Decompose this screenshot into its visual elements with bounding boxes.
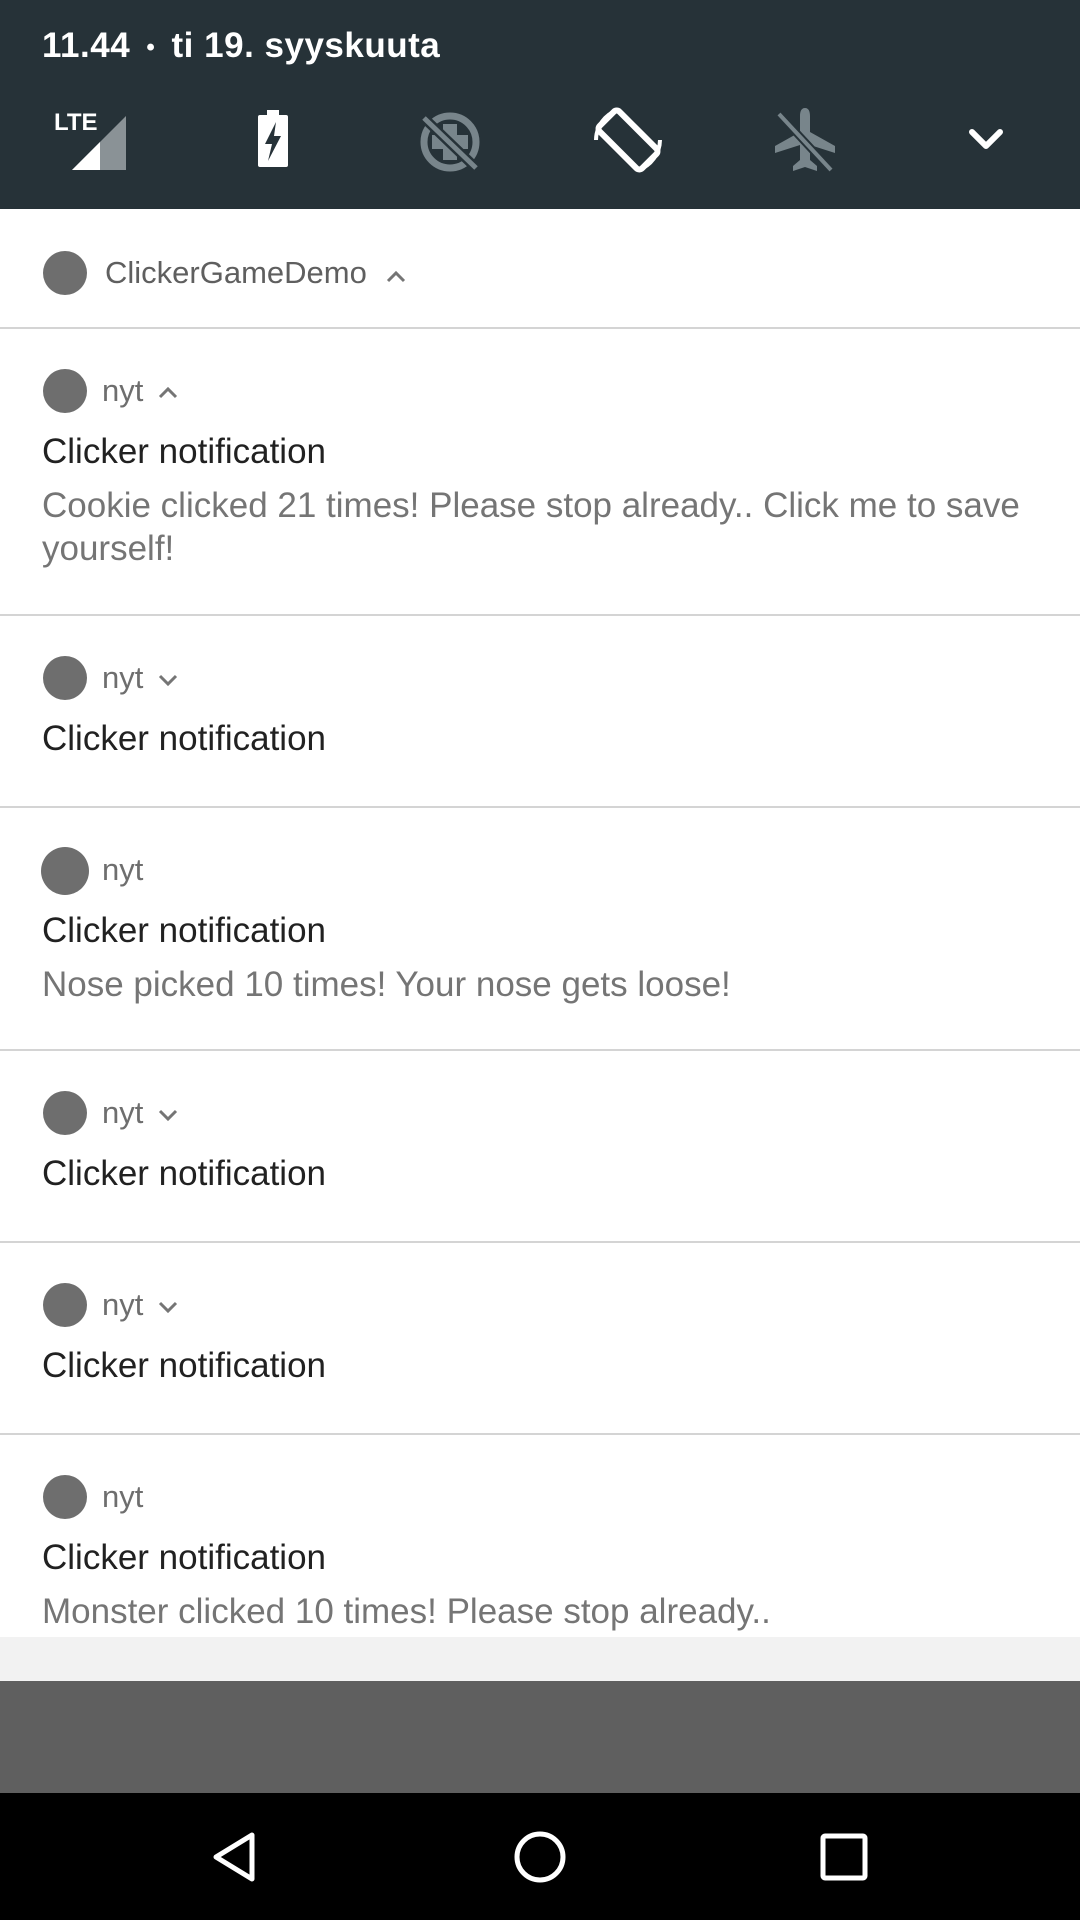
notification-time: nyt <box>102 373 144 408</box>
notification-time: nyt <box>102 1287 144 1322</box>
app-icon <box>43 1475 87 1519</box>
chevron-up-icon[interactable] <box>156 385 180 401</box>
background-scrim[interactable] <box>0 1681 1080 1793</box>
notification-item[interactable]: nyt Clicker notification <box>0 616 1080 808</box>
chevron-down-icon[interactable] <box>156 1299 180 1315</box>
notification-text: Cookie clicked 21 times! Please stop alr… <box>42 486 1020 568</box>
notification-time: nyt <box>102 1095 144 1130</box>
notification-title: Clicker notification <box>42 911 326 950</box>
lte-signal-icon[interactable]: LTE <box>50 100 130 180</box>
notification-item[interactable]: nyt Clicker notification Cookie clicked … <box>0 329 1080 616</box>
chevron-up-icon[interactable] <box>384 269 408 285</box>
notification-item[interactable]: nyt Clicker notification <box>0 1051 1080 1243</box>
quick-settings-row: LTE <box>0 100 1080 180</box>
group-app-name: ClickerGameDemo <box>105 255 367 290</box>
notification-title: Clicker notification <box>42 1538 326 1577</box>
app-icon <box>43 251 87 295</box>
recents-icon[interactable] <box>804 1817 884 1897</box>
status-datetime[interactable]: 11.44 • ti 19. syyskuuta <box>42 26 440 66</box>
airplane-mode-icon[interactable] <box>765 100 845 180</box>
date-label: ti 19. syyskuuta <box>171 26 441 65</box>
auto-rotate-icon[interactable] <box>588 100 668 180</box>
notification-item[interactable]: nyt Clicker notification <box>0 1243 1080 1435</box>
svg-text:LTE: LTE <box>54 109 98 136</box>
notification-title: Clicker notification <box>42 1154 326 1193</box>
battery-charging-icon[interactable] <box>232 100 312 180</box>
chevron-down-icon[interactable] <box>156 1107 180 1123</box>
datetime-separator: • <box>146 33 156 61</box>
chevron-down-icon[interactable] <box>156 672 180 688</box>
notification-time: nyt <box>102 852 144 887</box>
expand-chevron-icon[interactable] <box>946 100 1026 180</box>
notification-shade: ClickerGameDemo nyt Clicker notification… <box>0 209 1080 1637</box>
notification-text: Monster clicked 10 times! Please stop al… <box>42 1592 771 1631</box>
app-icon <box>43 1283 87 1327</box>
notification-item[interactable]: nyt Clicker notification Monster clicked… <box>0 1435 1080 1635</box>
back-icon[interactable] <box>196 1817 276 1897</box>
navigation-bar <box>0 1793 1080 1920</box>
home-icon[interactable] <box>500 1817 580 1897</box>
notification-item[interactable]: nyt Clicker notification Nose picked 10 … <box>0 808 1080 1051</box>
notification-time: nyt <box>102 1479 144 1514</box>
shade-handle-area[interactable] <box>0 1637 1080 1681</box>
app-icon <box>43 656 87 700</box>
app-icon <box>43 1091 87 1135</box>
notification-title: Clicker notification <box>42 719 326 758</box>
data-saver-icon[interactable] <box>410 100 490 180</box>
notification-text: Nose picked 10 times! Your nose gets loo… <box>42 965 731 1004</box>
notification-group-header[interactable]: ClickerGameDemo <box>0 209 1080 329</box>
notification-time: nyt <box>102 660 144 695</box>
notification-title: Clicker notification <box>42 1346 326 1385</box>
notification-title: Clicker notification <box>42 432 326 471</box>
clock-time: 11.44 <box>42 26 131 65</box>
app-icon <box>41 847 89 895</box>
app-icon <box>43 369 87 413</box>
quick-settings-header: 11.44 • ti 19. syyskuuta LTE <box>0 0 1080 209</box>
